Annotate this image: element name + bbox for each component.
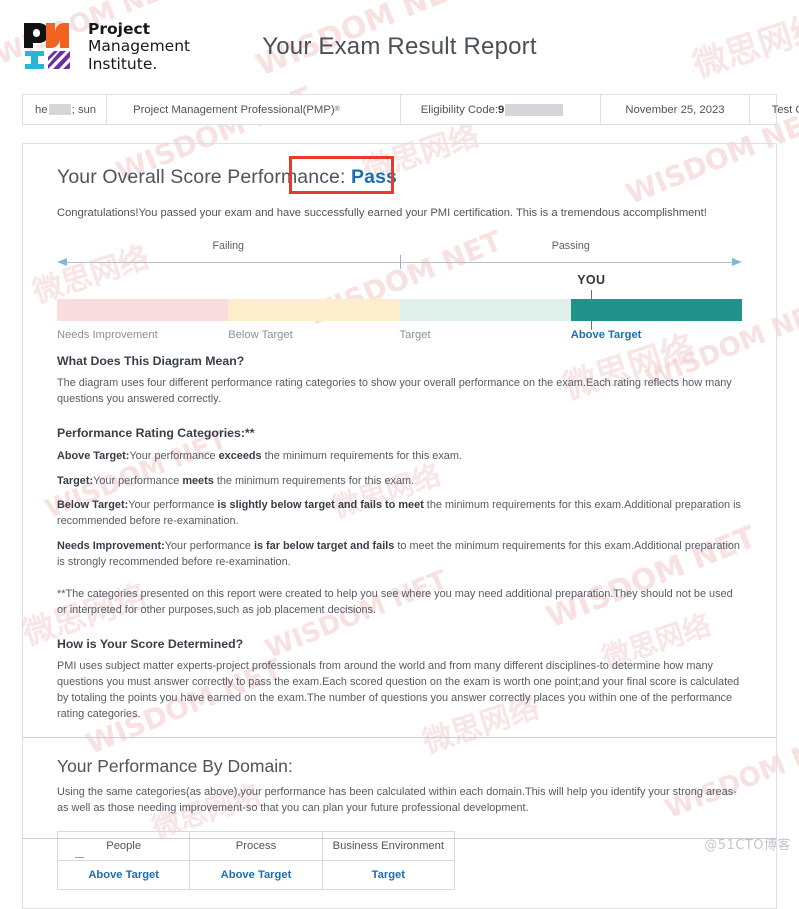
rating-target: Target:Your performance meets the minimu… — [57, 474, 742, 490]
rating-pre: Your performance — [129, 449, 219, 462]
rating-term: Below Target: — [57, 499, 129, 512]
registered-mark: ® — [334, 106, 340, 113]
redaction-block — [48, 104, 71, 115]
report-header: Project Management Institute. Your Exam … — [0, 0, 799, 94]
domain-value-people: Above Target — [56, 859, 191, 890]
category-label-above-target: Above Target — [570, 328, 642, 341]
rating-term: Needs Improvement: — [57, 540, 165, 553]
domain-value-business-environment: Target — [321, 859, 456, 890]
report-card: Your Overall Score Performance: Pass Con… — [22, 143, 777, 909]
scale-group-failing: Failing — [212, 239, 244, 252]
domain-intro: Using the same categories(as above),your… — [57, 785, 737, 814]
rating-pre: Your performance — [164, 540, 254, 553]
rating-below-target: Below Target:Your performance is slightl… — [57, 498, 742, 530]
arrow-right-icon — [732, 257, 742, 266]
candidate-name: he ; sun — [23, 95, 106, 124]
corner-watermark: @51CTO博客 — [704, 838, 791, 853]
bar-segment-target — [399, 298, 571, 321]
redaction-block — [505, 103, 564, 116]
bar-segment-below-target — [228, 298, 400, 321]
arrow-left-icon — [57, 257, 67, 266]
candidate-name-prefix: he — [35, 103, 48, 116]
test-center-code: Test Center Code: 0519 — [748, 95, 799, 124]
credential-name: Project Management Professional(PMP) ® — [106, 95, 400, 124]
overall-score-heading: Your Overall Score Performance: Pass — [57, 156, 397, 194]
rating-strong: is far below target and fails — [253, 540, 395, 553]
rating-categories-heading: Performance Rating Categories:** — [57, 425, 255, 440]
rating-pre: Your performance — [93, 474, 183, 487]
candidate-info-bar: he ; sun Project Management Professional(… — [22, 94, 799, 125]
bar-segment-needs-improvement — [57, 298, 229, 321]
diagram-description: The diagram uses four different performa… — [57, 376, 732, 405]
domain-heading: Your Performance By Domain: — [57, 755, 293, 776]
you-marker-tick-top — [591, 289, 593, 299]
score-determined-heading: How is Your Score Determined? — [57, 637, 244, 652]
rating-strong: is slightly below target and fails to me… — [217, 499, 424, 512]
domain-performance-section: Your Performance By Domain: Using the sa… — [23, 738, 776, 908]
you-marker: YOU — [57, 269, 742, 299]
category-label-below-target: Below Target — [228, 328, 293, 341]
scale-group-passing: Passing — [551, 239, 590, 252]
rating-post: the minimum requirements for this exam. — [261, 449, 462, 462]
credential-label: Project Management Professional(PMP) — [133, 103, 335, 116]
candidate-name-suffix: ; sun — [71, 103, 97, 116]
overall-score-heading-prefix: Your Overall Score Performance: — [57, 166, 352, 188]
diagram-heading: What Does This Diagram Mean? — [57, 353, 245, 368]
test-center-label: Test Center Code: — [771, 103, 799, 116]
domain-value-process: Above Target — [189, 859, 323, 890]
next-section-stub — [22, 839, 777, 860]
category-label-needs-improvement: Needs Improvement — [57, 328, 158, 341]
eligibility-label: Eligibility Code: — [420, 103, 499, 116]
scale-category-labels: Needs Improvement Below Target Target Ab… — [57, 329, 742, 351]
page-title: Your Exam Result Report — [262, 33, 537, 60]
table-row-values: Above Target Above Target Target — [56, 859, 738, 890]
rating-post: the minimum requirements for this exam. — [213, 474, 415, 487]
scale-group-labels: Failing Passing — [57, 240, 742, 255]
overall-score-result: Pass — [351, 166, 397, 188]
bar-segment-above-target — [570, 298, 742, 321]
score-determined-text: PMI uses subject matter experts-project … — [57, 660, 740, 720]
categories-footnote: **The categories presented on this repor… — [57, 588, 733, 617]
exam-date: November 25, 2023 — [600, 95, 748, 124]
performance-scale-chart: Failing Passing YOU Needs Improvement Be… — [57, 240, 742, 341]
congratulations-text: Congratulations!You passed your exam and… — [57, 207, 707, 219]
you-marker-label: YOU — [577, 272, 606, 287]
table-spacer-cell — [455, 860, 738, 889]
rating-pre: Your performance — [128, 499, 218, 512]
overall-score-section: Your Overall Score Performance: Pass Con… — [23, 144, 776, 737]
eligibility-code: Eligibility Code: 9 — [399, 95, 601, 124]
eligibility-value: 9 — [498, 103, 505, 116]
rating-term: Above Target: — [57, 449, 130, 462]
axis-divider-tick — [399, 254, 401, 269]
partial-text-glyph — [75, 853, 84, 858]
performance-bar — [57, 298, 742, 321]
scale-axis — [57, 254, 742, 269]
rating-needs-improvement: Needs Improvement:Your performance is fa… — [57, 539, 742, 571]
rating-above-target: Above Target:Your performance exceeds th… — [57, 449, 742, 465]
category-label-target: Target — [399, 328, 431, 341]
rating-term: Target: — [57, 474, 94, 487]
rating-strong: exceeds — [218, 449, 262, 462]
rating-strong: meets — [182, 474, 214, 487]
